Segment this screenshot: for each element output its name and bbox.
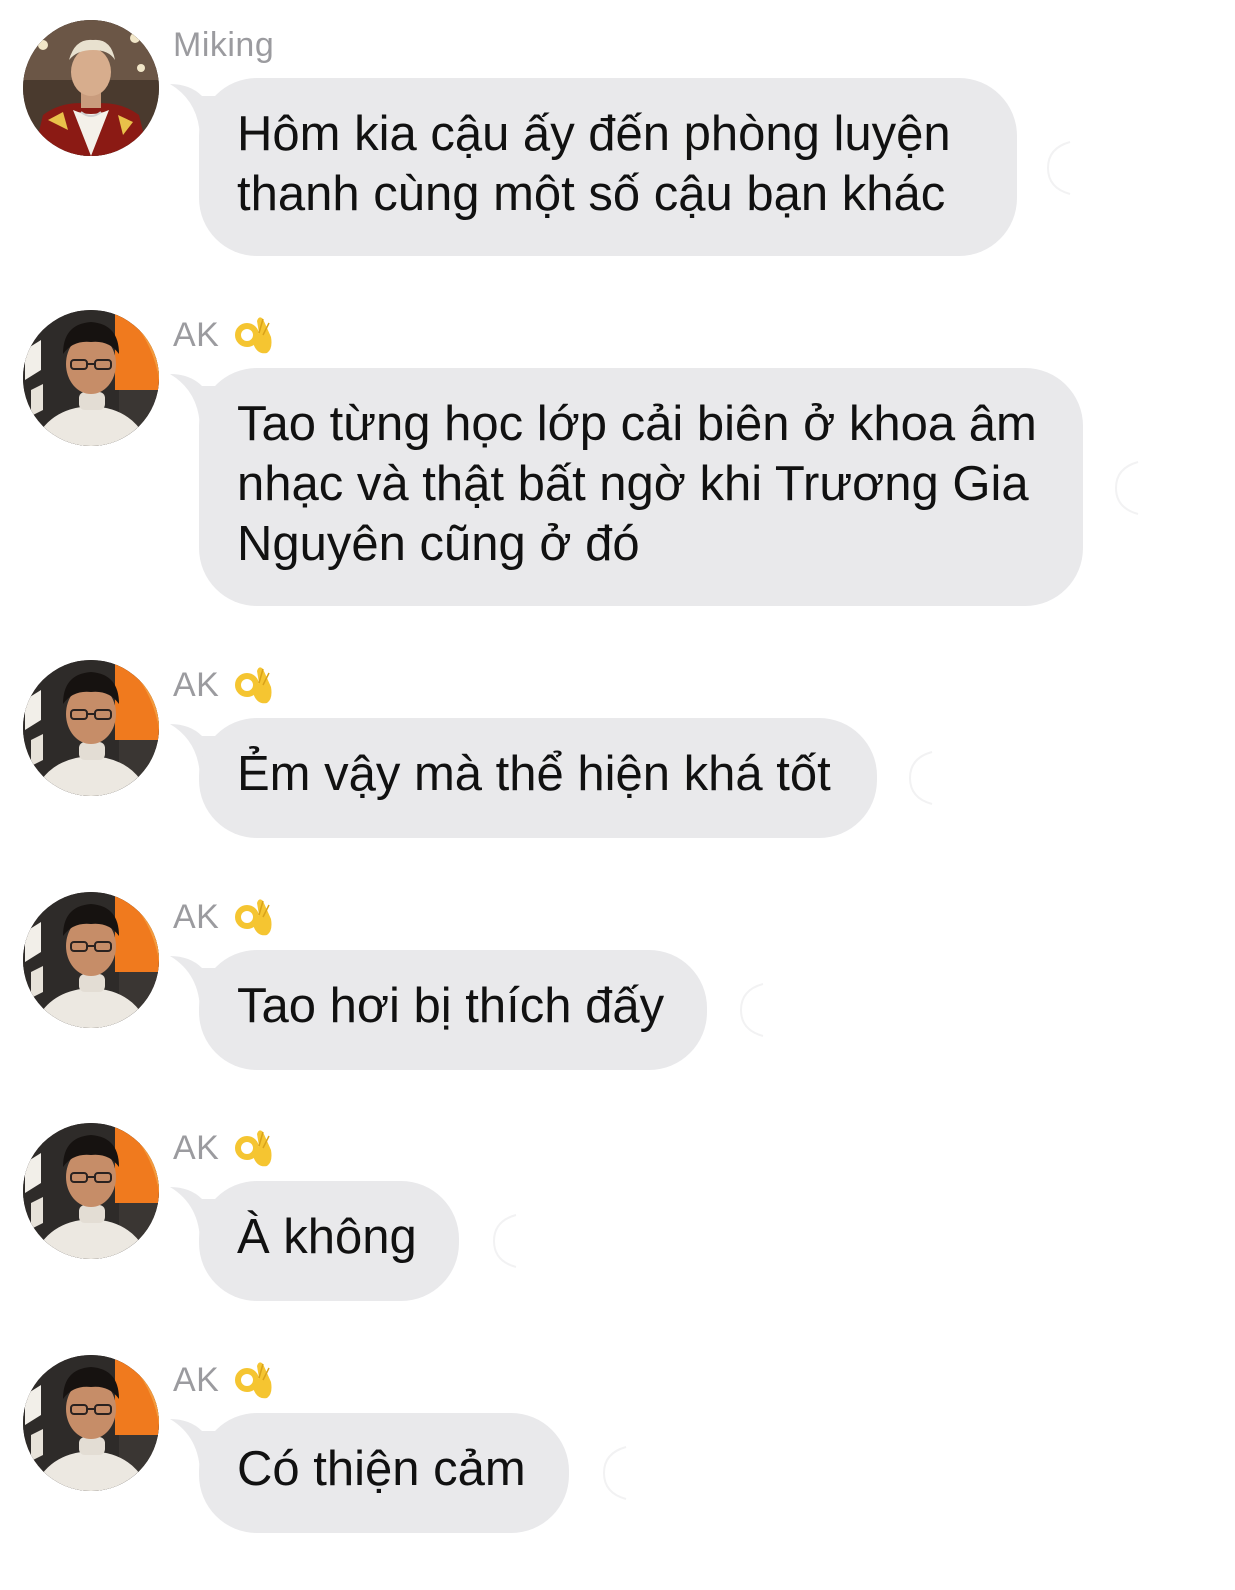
reaction-button-icon[interactable] xyxy=(486,1211,534,1271)
sender-row: AK xyxy=(173,1355,273,1405)
sender-name: AK xyxy=(173,1128,220,1167)
avatar[interactable] xyxy=(23,1123,159,1259)
message-bubble[interactable]: Tao từng học lớp cải biên ở khoa âm nhạc… xyxy=(199,368,1083,606)
ok-hand-emoji-icon xyxy=(235,317,272,354)
message-text: Hôm kia cậu ấy đến phòng luyện thanh cùn… xyxy=(237,107,951,221)
sender-name: AK xyxy=(173,315,220,354)
message-text: Tao hơi bị thích đấy xyxy=(237,979,665,1033)
sender-row: AK xyxy=(173,310,273,360)
message-bubble[interactable]: Tao hơi bị thích đấy xyxy=(199,950,707,1070)
avatar[interactable] xyxy=(23,20,159,156)
ak-avatar-icon xyxy=(23,1123,159,1259)
message-bubble[interactable]: Ẻm vậy mà thể hiện khá tốt xyxy=(199,718,877,838)
sender-row: AK xyxy=(173,1123,273,1173)
ok-hand-emoji-icon xyxy=(235,667,272,704)
miking-avatar-icon xyxy=(23,20,159,156)
message-text: Ẻm vậy mà thể hiện khá tốt xyxy=(237,747,831,801)
message-text: À không xyxy=(237,1210,417,1264)
message-bubble[interactable]: Có thiện cảm xyxy=(199,1413,569,1533)
sender-row: AK xyxy=(173,660,273,710)
avatar[interactable] xyxy=(23,892,159,1028)
ok-hand-emoji-icon xyxy=(235,1362,272,1399)
avatar[interactable] xyxy=(23,660,159,796)
reaction-button-icon[interactable] xyxy=(733,980,781,1040)
ok-hand-emoji-icon xyxy=(235,1130,272,1167)
reaction-button-icon[interactable] xyxy=(1108,458,1156,518)
sender-row: AK xyxy=(173,892,273,942)
reaction-button-icon[interactable] xyxy=(596,1443,644,1503)
reaction-button-icon[interactable] xyxy=(902,748,950,808)
reaction-button-icon[interactable] xyxy=(1040,138,1088,198)
sender-row: Miking xyxy=(173,20,274,70)
avatar[interactable] xyxy=(23,310,159,446)
message-text: Có thiện cảm xyxy=(237,1442,526,1496)
avatar[interactable] xyxy=(23,1355,159,1491)
ak-avatar-icon xyxy=(23,1355,159,1491)
message-bubble[interactable]: Hôm kia cậu ấy đến phòng luyện thanh cùn… xyxy=(199,78,1017,256)
ak-avatar-icon xyxy=(23,660,159,796)
message-text: Tao từng học lớp cải biên ở khoa âm nhạc… xyxy=(237,397,1037,571)
sender-name: AK xyxy=(173,897,220,936)
ak-avatar-icon xyxy=(23,310,159,446)
ok-hand-emoji-icon xyxy=(235,899,272,936)
ak-avatar-icon xyxy=(23,892,159,1028)
sender-name: Miking xyxy=(173,25,275,64)
sender-name: AK xyxy=(173,665,220,704)
sender-name: AK xyxy=(173,1360,220,1399)
message-bubble[interactable]: À không xyxy=(199,1181,459,1301)
